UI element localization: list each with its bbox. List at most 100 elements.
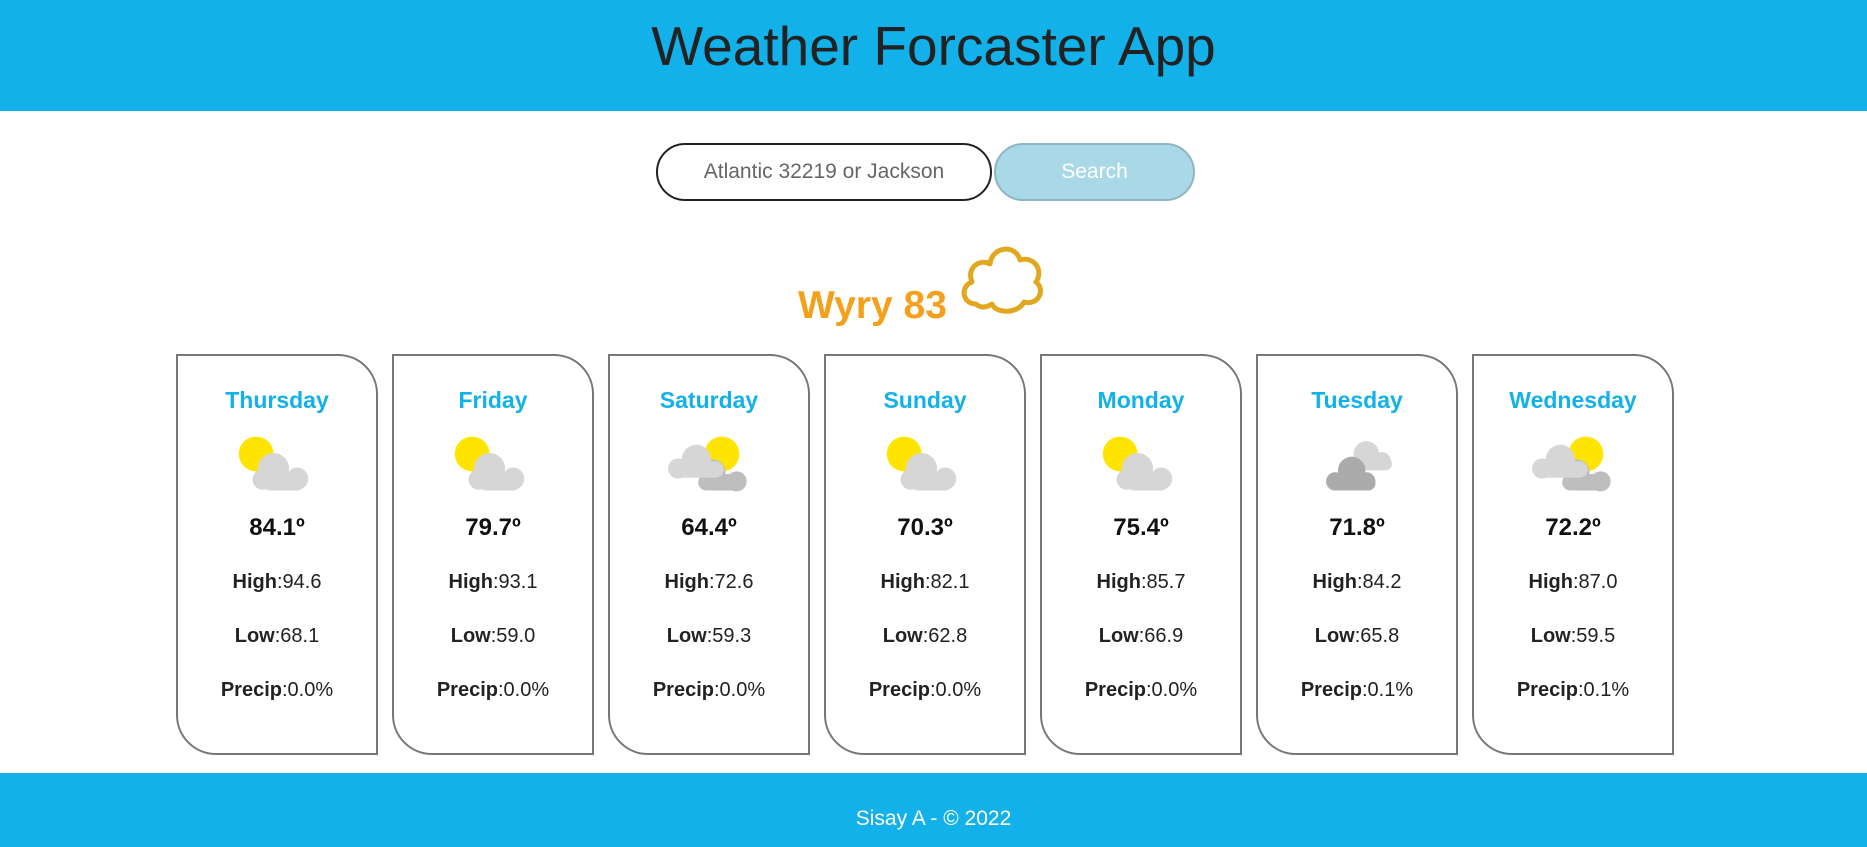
forecast-precip: Precip:0.1%: [1258, 679, 1456, 702]
forecast-precip: Precip:0.0%: [1042, 679, 1240, 702]
forecast-high-value: :84.2: [1356, 571, 1402, 593]
forecast-card: Wednesday 72.2º High:87.0 Low:59.5 Precip:0.…: [1472, 354, 1674, 755]
forecast-high: High:87.0: [1474, 571, 1672, 594]
cloud-outline-icon: [961, 246, 1043, 314]
forecast-high-value: :94.6: [276, 571, 322, 593]
forecast-precip: Precip:0.0%: [178, 679, 376, 702]
forecast-precip-value: :0.1%: [1578, 679, 1630, 701]
forecast-precip-value: :0.0%: [282, 679, 334, 701]
mostly-cloudy-icon: [668, 436, 747, 492]
current-weather: Wyry 83: [798, 284, 947, 328]
forecast-precip-label: Precip: [436, 679, 498, 701]
forecast-precip-label: Precip: [220, 679, 282, 701]
forecast-temp: 72.2º: [1545, 514, 1601, 541]
forecast-high-label: High: [880, 571, 925, 593]
forecast-precip-value: :0.0%: [1146, 679, 1198, 701]
partly-cloudy-icon: [238, 436, 309, 491]
forecast-card: Sunday 70.3º High:82.1 Low:62.8 Precip:0.0%: [824, 354, 1026, 755]
app-footer: Sisay A - © 2022: [0, 773, 1867, 847]
forecast-low: Low:66.9: [1042, 625, 1240, 648]
forecast-precip-value: :0.0%: [498, 679, 550, 701]
search-input[interactable]: [656, 143, 992, 201]
mostly-cloudy-icon: [1532, 436, 1611, 492]
forecast-low-label: Low: [666, 625, 707, 647]
forecast-low-label: Low: [234, 625, 275, 647]
partly-cloudy-icon: [454, 436, 525, 491]
forecast-high: High:93.1: [394, 571, 592, 594]
forecast-low-value: :62.8: [922, 625, 968, 647]
forecast-high-label: High: [448, 571, 493, 593]
forecast-precip-value: :0.1%: [1362, 679, 1414, 701]
forecast-precip-label: Precip: [1300, 679, 1362, 701]
forecast-low-label: Low: [1530, 625, 1571, 647]
forecast-high-label: High: [1096, 571, 1141, 593]
forecast-precip-label: Precip: [868, 679, 930, 701]
forecast-high-value: :72.6: [708, 571, 754, 593]
forecast-low-label: Low: [1314, 625, 1355, 647]
forecast-high-label: High: [1528, 571, 1573, 593]
forecast-day: Sunday: [883, 387, 967, 413]
forecast-card: Tuesday 71.8º High:84.2 Low:65.8 Precip:0.1%: [1256, 354, 1458, 755]
forecast-card: Friday 79.7º High:93.1 Low:59.0 Precip:0.0%: [392, 354, 594, 755]
forecast-precip: Precip:0.0%: [610, 679, 808, 702]
forecast-high: High:82.1: [826, 571, 1024, 594]
forecast-temp: 64.4º: [681, 514, 737, 541]
forecast-precip-label: Precip: [652, 679, 714, 701]
forecast-low-value: :66.9: [1138, 625, 1184, 647]
forecast-low-value: :59.0: [490, 625, 536, 647]
forecast-high-label: High: [1312, 571, 1357, 593]
forecast-card: Monday 75.4º High:85.7 Low:66.9 Precip:0.0%: [1040, 354, 1242, 755]
forecast-low-label: Low: [450, 625, 491, 647]
search-button[interactable]: Search: [994, 143, 1195, 201]
forecast-low: Low:65.8: [1258, 625, 1456, 648]
forecast-high: High:85.7: [1042, 571, 1240, 594]
forecast-day: Monday: [1097, 387, 1185, 413]
page-title: Weather Forcaster App: [651, 15, 1216, 77]
forecast-precip: Precip:0.0%: [394, 679, 592, 702]
forecast-precip-value: :0.0%: [714, 679, 766, 701]
forecast-day: Saturday: [659, 387, 759, 413]
forecast-low: Low:59.3: [610, 625, 808, 648]
forecast-low: Low:59.5: [1474, 625, 1672, 648]
current-temp: 83: [903, 284, 947, 327]
forecast-high-value: :85.7: [1140, 571, 1186, 593]
partly-cloudy-icon: [1102, 436, 1173, 491]
forecast-temp: 70.3º: [897, 514, 953, 541]
forecast-day: Tuesday: [1311, 387, 1403, 413]
forecast-high-value: :87.0: [1572, 571, 1618, 593]
partly-cloudy-icon: [886, 436, 957, 491]
forecast-precip: Precip:0.0%: [826, 679, 1024, 702]
forecast-precip-label: Precip: [1516, 679, 1578, 701]
forecast-day: Wednesday: [1509, 387, 1637, 413]
forecast-high-label: High: [232, 571, 277, 593]
forecast-low-value: :68.1: [274, 625, 320, 647]
forecast-low-value: :59.5: [1570, 625, 1616, 647]
app-header: Weather Forcaster App: [0, 0, 1867, 111]
forecast-day: Thursday: [225, 387, 329, 413]
forecast-high-value: :82.1: [924, 571, 970, 593]
footer-text: Sisay A - © 2022: [855, 807, 1012, 830]
forecast-temp: 84.1º: [249, 514, 305, 541]
forecast-high: High:94.6: [178, 571, 376, 594]
forecast-high: High:72.6: [610, 571, 808, 594]
overcast-icon: [1326, 441, 1392, 491]
forecast-low-value: :65.8: [1354, 625, 1400, 647]
current-city: Wyry: [798, 284, 893, 327]
forecast-temp: 71.8º: [1329, 514, 1385, 541]
forecast-low: Low:68.1: [178, 625, 376, 648]
forecast-low-label: Low: [1098, 625, 1139, 647]
forecast-low-value: :59.3: [706, 625, 752, 647]
forecast-card: Thursday 84.1º High:94.6 Low:68.1 Precip:0.0…: [176, 354, 378, 755]
forecast-high: High:84.2: [1258, 571, 1456, 594]
forecast-temp: 79.7º: [465, 514, 521, 541]
forecast-precip-label: Precip: [1084, 679, 1146, 701]
forecast-precip: Precip:0.1%: [1474, 679, 1672, 702]
forecast-card: Saturday 64.4º High:72.6 Low:59.3 Precip:0.0…: [608, 354, 810, 755]
forecast-low: Low:59.0: [394, 625, 592, 648]
forecast-high-value: :93.1: [492, 571, 538, 593]
forecast-low-label: Low: [882, 625, 923, 647]
forecast-precip-value: :0.0%: [930, 679, 982, 701]
forecast-day: Friday: [458, 387, 528, 413]
forecast-high-label: High: [664, 571, 709, 593]
forecast-temp: 75.4º: [1113, 514, 1169, 541]
